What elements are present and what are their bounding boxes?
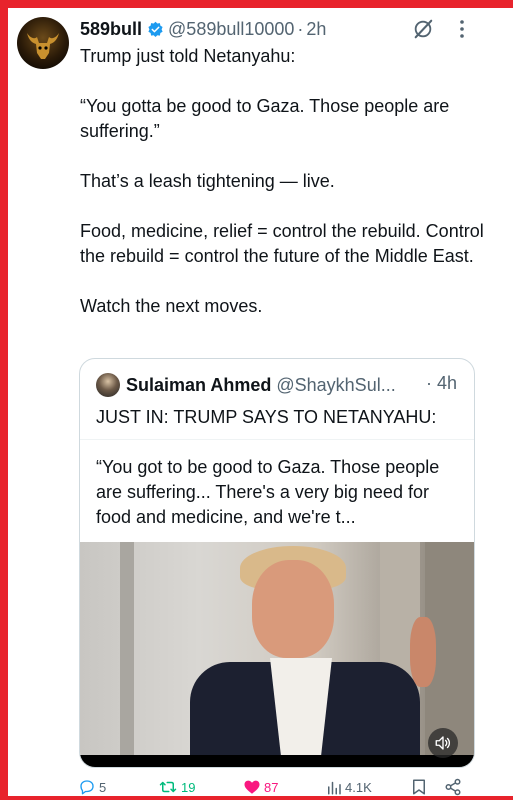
views-button[interactable]: 4.1K xyxy=(326,776,372,798)
quoted-time[interactable]: · 4h xyxy=(426,373,457,394)
reply-count: 5 xyxy=(99,779,107,795)
reply-icon xyxy=(80,780,94,795)
reply-button[interactable]: 5 xyxy=(78,776,106,798)
action-bar: 5 19 87 4.1K xyxy=(78,776,478,798)
share-icon xyxy=(445,778,461,796)
quoted-text: “You got to be good to Gaza. Those peopl… xyxy=(96,457,440,527)
quoted-headline: JUST IN: TRUMP SAYS TO NETANYAHU: xyxy=(96,407,437,427)
tweet-paragraph: “You gotta be good to Gaza. Those people… xyxy=(80,96,450,141)
heart-icon xyxy=(244,780,260,794)
views-count: 4.1K xyxy=(345,779,372,795)
tweet-paragraph: That’s a leash tightening — live. xyxy=(80,171,335,191)
video-scene-face xyxy=(252,560,334,658)
quoted-divider xyxy=(80,439,474,440)
avatar[interactable] xyxy=(17,17,69,69)
video-bottom-bar xyxy=(80,755,474,767)
bull-logo-icon xyxy=(27,33,59,59)
red-frame-left xyxy=(0,0,8,800)
author-name[interactable]: 589bull xyxy=(80,19,142,40)
separator-dot: · xyxy=(297,18,304,39)
quoted-tweet[interactable]: Sulaiman Ahmed @ShaykhSul... · 4h JUST I… xyxy=(79,358,475,768)
quoted-author-handle[interactable]: @ShaykhSul... xyxy=(276,375,395,396)
more-icon[interactable] xyxy=(452,18,472,40)
grok-icon[interactable] xyxy=(412,18,434,40)
quoted-header: Sulaiman Ahmed @ShaykhSul... xyxy=(96,373,396,397)
views-icon xyxy=(328,781,341,795)
mute-icon xyxy=(435,736,451,750)
tweet: 589bull @589bull10000 · 2h Trump just to… xyxy=(8,8,513,796)
retweet-icon xyxy=(159,781,177,793)
tweet-paragraph: Trump just told Netanyahu: xyxy=(80,46,296,66)
mute-button[interactable] xyxy=(428,728,458,758)
tweet-header: 589bull @589bull10000 · 2h xyxy=(80,16,326,42)
video-scene-doorframe xyxy=(120,542,134,767)
retweet-button[interactable]: 19 xyxy=(158,776,195,798)
quoted-author-name[interactable]: Sulaiman Ahmed xyxy=(126,375,271,396)
retweet-count: 19 xyxy=(181,779,196,795)
bookmark-button[interactable] xyxy=(410,776,428,798)
tweet-text: Trump just told Netanyahu: “You gotta be… xyxy=(80,44,500,344)
tweet-paragraph: Watch the next moves. xyxy=(80,296,263,316)
tweet-paragraph: Food, medicine, relief = control the reb… xyxy=(80,221,484,266)
video-player[interactable] xyxy=(80,542,474,767)
bookmark-icon xyxy=(413,779,425,795)
tweet-time[interactable]: 2h xyxy=(306,19,326,40)
quoted-avatar[interactable] xyxy=(96,373,120,397)
like-button[interactable]: 87 xyxy=(243,776,278,798)
video-scene-hand xyxy=(410,617,436,687)
share-button[interactable] xyxy=(444,776,462,798)
red-frame-top xyxy=(0,0,513,8)
verified-badge-icon xyxy=(148,21,163,37)
author-handle[interactable]: @589bull10000 xyxy=(168,19,294,40)
like-count: 87 xyxy=(264,779,279,795)
